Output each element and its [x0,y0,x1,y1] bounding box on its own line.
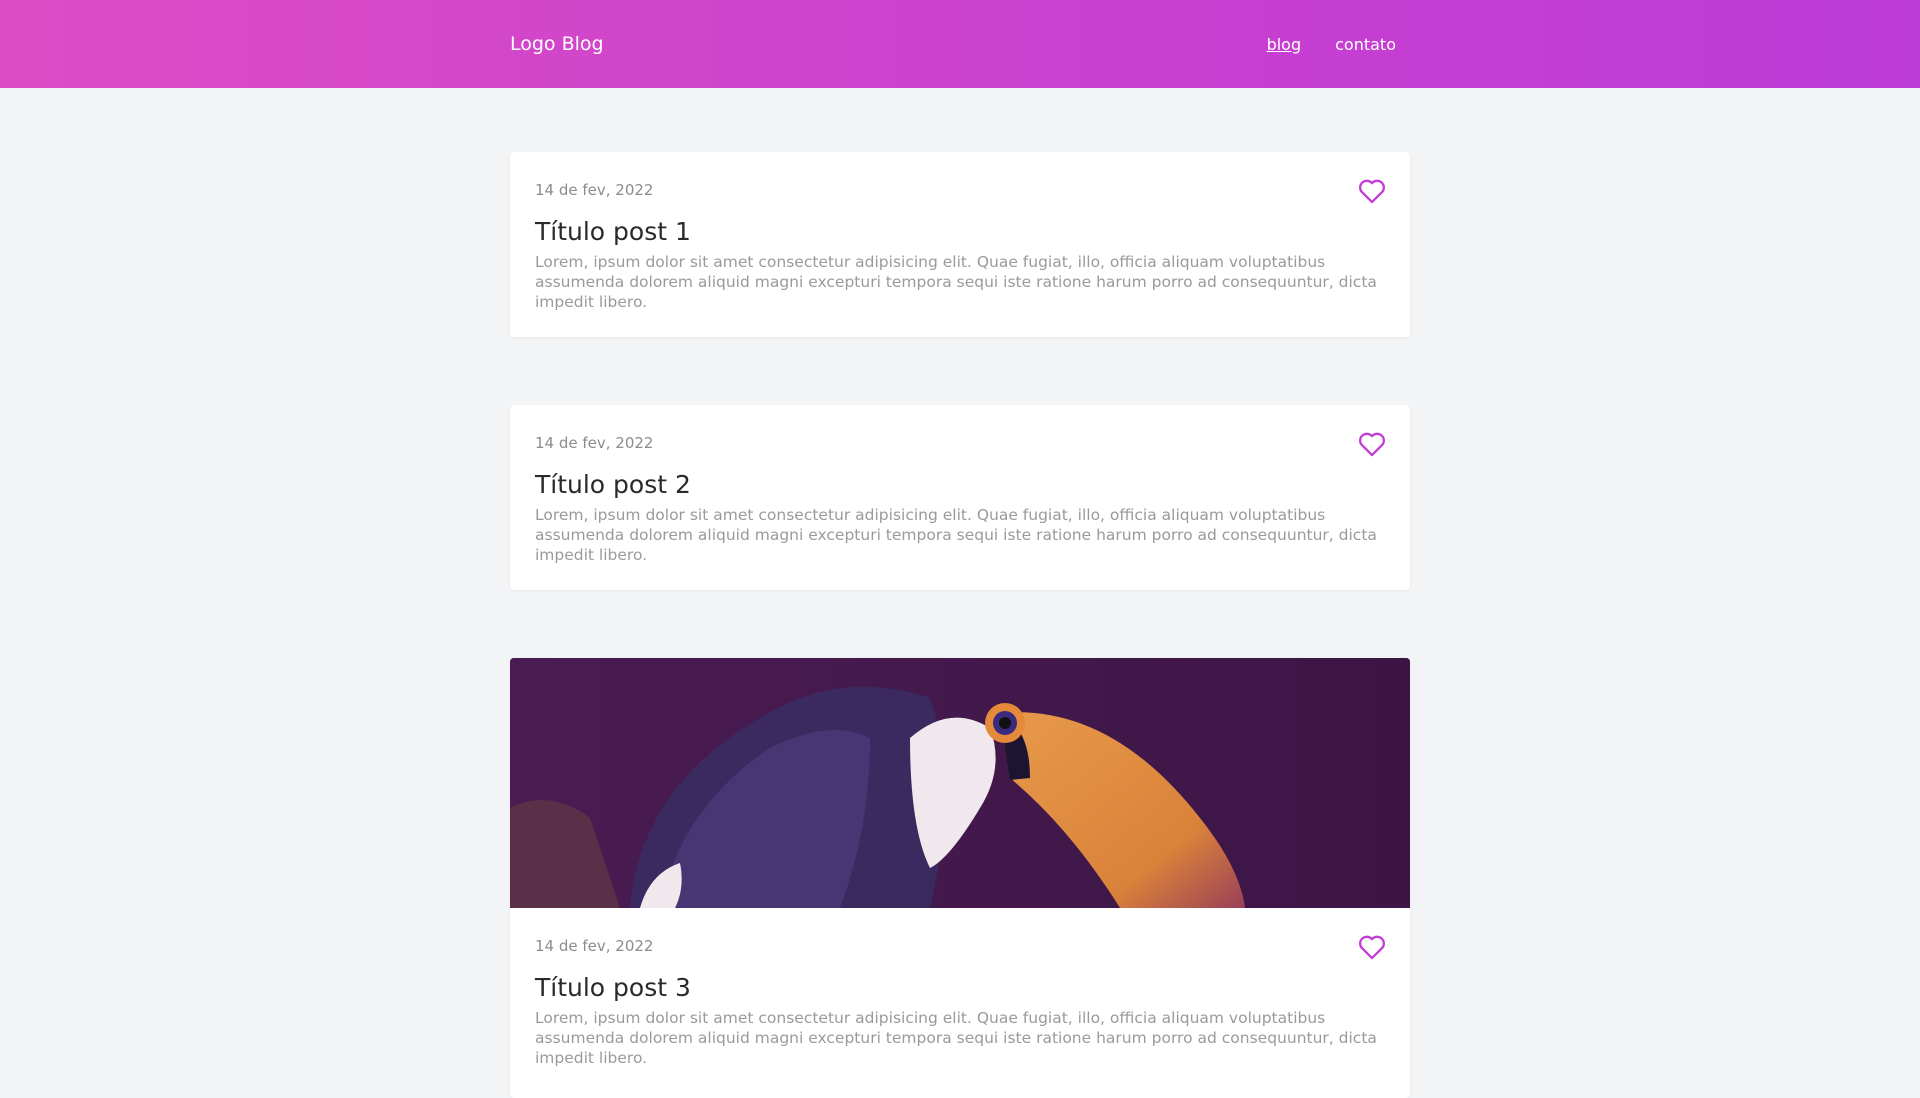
post-card[interactable]: 14 de fev, 2022 Título post 1 Lorem, ips… [510,152,1410,337]
site-logo[interactable]: Logo Blog [510,0,604,88]
post-card-body: 14 de fev, 2022 Título post 3 Lorem, ips… [510,908,1410,1093]
post-date: 14 de fev, 2022 [535,937,654,955]
heart-outline-icon[interactable] [1358,934,1386,960]
post-title[interactable]: Título post 1 [535,216,1385,248]
post-date: 14 de fev, 2022 [535,181,654,199]
main-nav: blog contato [1267,0,1396,88]
post-card[interactable]: 14 de fev, 2022 Título post 2 Lorem, ips… [510,405,1410,590]
post-excerpt: Lorem, ipsum dolor sit amet consectetur … [535,1009,1377,1067]
post-excerpt: Lorem, ipsum dolor sit amet consectetur … [535,253,1377,311]
nav-link-contato[interactable]: contato [1335,35,1396,54]
post-title[interactable]: Título post 2 [535,469,1385,501]
post-title[interactable]: Título post 3 [535,972,1385,1004]
post-card-body: 14 de fev, 2022 Título post 1 Lorem, ips… [510,152,1410,337]
site-header: Logo Blog blog contato [0,0,1920,88]
post-excerpt: Lorem, ipsum dolor sit amet consectetur … [535,506,1377,564]
post-card[interactable]: 14 de fev, 2022 Título post 3 Lorem, ips… [510,658,1410,1098]
heart-outline-icon[interactable] [1358,431,1386,457]
heart-outline-icon[interactable] [1358,178,1386,204]
post-cover-image[interactable] [510,658,1410,908]
toucan-illustration [510,658,1410,908]
nav-link-blog[interactable]: blog [1267,35,1302,54]
post-date: 14 de fev, 2022 [535,434,654,452]
post-card-body: 14 de fev, 2022 Título post 2 Lorem, ips… [510,405,1410,590]
